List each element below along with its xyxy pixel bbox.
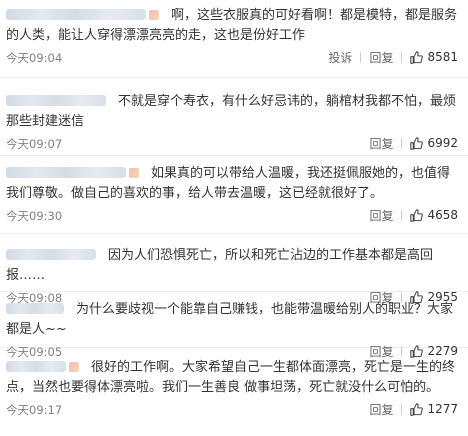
comment-item: 为什么要歧视一个能靠自己赚钱，也能带温暖给别人的职业？大家都是人~~ 今天09:… — [0, 292, 468, 359]
like-count: 1277 — [427, 402, 458, 416]
thumbs-up-icon — [410, 136, 424, 150]
thumbs-up-icon — [410, 50, 424, 64]
divider — [401, 209, 403, 221]
comment-meta: 今天09:04 投诉 回复 8581 — [6, 48, 458, 66]
comment-time: 今天09:30 — [6, 209, 63, 223]
divider — [401, 137, 403, 149]
comment-item: 因为人们恐惧死亡，所以和死亡沾边的工作基本都是高回报…… 今天09:08 回复 … — [0, 234, 468, 305]
like-count: 8581 — [427, 50, 458, 64]
comment-time: 今天09:17 — [6, 403, 63, 417]
divider — [401, 51, 403, 63]
comment-text: 为什么要歧视一个能靠自己赚钱，也能带温暖给别人的职业？大家都是人~~ — [6, 302, 454, 337]
comment-meta: 今天09:30 回复 4658 — [6, 206, 458, 224]
comment-item: 啊，这些衣服真的可好看啊！都是模特，都是服务的人类，能让人穿得漂漂亮亮的走，这也… — [0, 0, 468, 78]
report-button[interactable]: 投诉 — [328, 49, 352, 66]
like-count: 4658 — [427, 208, 458, 222]
username-blurred[interactable] — [6, 303, 64, 314]
reply-button[interactable]: 回复 — [369, 207, 393, 224]
reply-button[interactable]: 回复 — [369, 135, 393, 152]
comment-item: 很好的工作啊。大家希望自己一生都体面漂亮，死亡是一生的终点，当然也要得体漂亮啦。… — [0, 348, 468, 436]
username-blurred[interactable] — [6, 9, 146, 20]
like-count: 6992 — [427, 136, 458, 150]
like-button[interactable]: 8581 — [410, 50, 458, 64]
username-blurred[interactable] — [6, 249, 96, 260]
comment-meta: 今天09:07 回复 6992 — [6, 134, 458, 152]
username-blurred[interactable] — [6, 361, 66, 372]
thumbs-up-icon — [410, 208, 424, 222]
username-blurred[interactable] — [6, 95, 106, 106]
comment-meta: 今天09:17 回复 1277 — [6, 400, 458, 418]
comment-time: 今天09:04 — [6, 51, 63, 65]
comment-item: 如果真的可以带给人温暖，我还挺佩服她的，也值得我们尊敬。做自己的喜欢的事，给人带… — [0, 156, 468, 234]
comment-list: 啊，这些衣服真的可好看啊！都是模特，都是服务的人类，能让人穿得漂漂亮亮的走，这也… — [0, 0, 468, 436]
emoji-icon — [129, 168, 139, 178]
like-button[interactable]: 1277 — [410, 402, 458, 416]
emoji-icon — [149, 10, 159, 20]
like-button[interactable]: 6992 — [410, 136, 458, 150]
like-button[interactable]: 4658 — [410, 208, 458, 222]
comment-time: 今天09:07 — [6, 137, 63, 151]
divider — [360, 51, 362, 63]
reply-button[interactable]: 回复 — [369, 401, 393, 418]
thumbs-up-icon — [410, 402, 424, 416]
comment-item: 不就是穿个寿衣，有什么好忌讳的，躺棺材我都不怕，最烦那些封建迷信 今天09:07… — [0, 78, 468, 156]
emoji-icon — [69, 362, 79, 372]
username-blurred[interactable] — [6, 167, 126, 178]
divider — [401, 403, 403, 415]
reply-button[interactable]: 回复 — [369, 49, 393, 66]
